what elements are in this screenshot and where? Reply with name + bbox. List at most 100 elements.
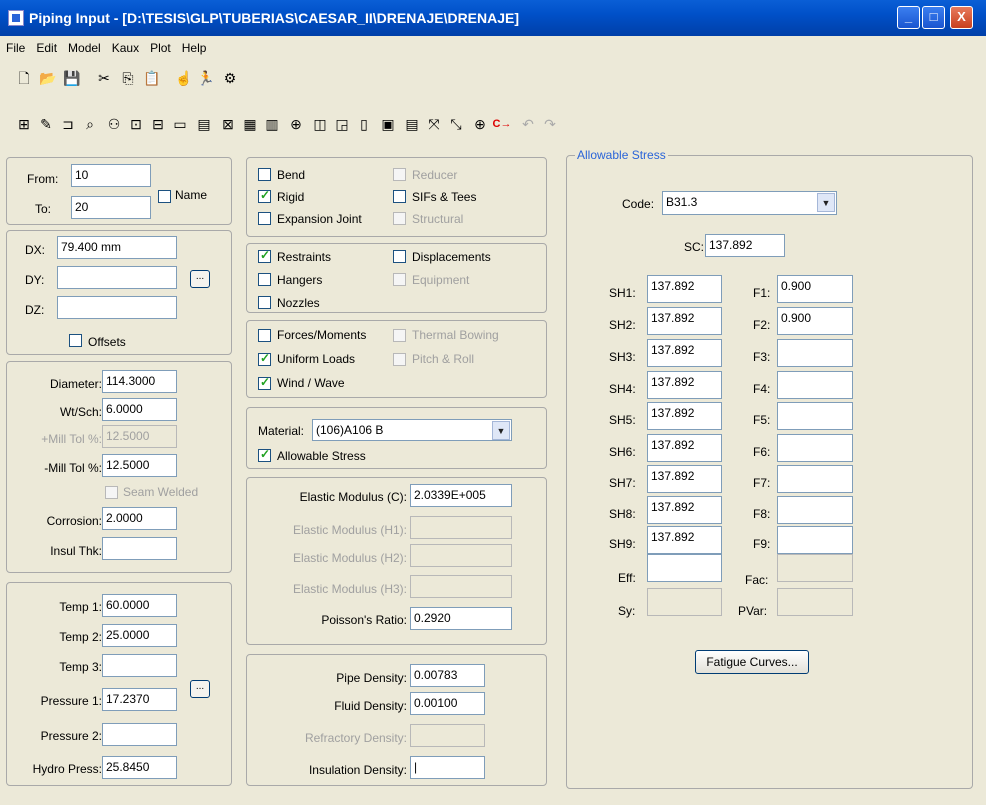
pressure1-input[interactable]: 17.2370 (102, 688, 177, 711)
hand-icon[interactable]: ☝ (174, 68, 194, 88)
name-checkbox[interactable] (158, 190, 171, 203)
toolbar-tool-9-icon[interactable]: ▤ (194, 114, 214, 134)
sc-input[interactable]: 137.892 (705, 234, 785, 257)
toolbar-tool-17-icon[interactable]: ▣ (378, 114, 398, 134)
temp-dots-button[interactable]: ... (190, 680, 210, 698)
displacements-checkbox[interactable] (393, 250, 406, 263)
maximize-button[interactable]: □ (922, 6, 945, 29)
fatigue-curves-button[interactable]: Fatigue Curves... (695, 650, 809, 674)
f5-input[interactable] (777, 402, 853, 430)
menu-model[interactable]: Model (62, 37, 106, 55)
toolbar-tool-12-icon[interactable]: ▥ (262, 114, 282, 134)
menu-kaux[interactable]: Kaux (106, 37, 144, 55)
toolbar-tool-18-icon[interactable]: ▤ (402, 114, 422, 134)
allowable-stress-checkbox[interactable] (258, 447, 271, 462)
copy-icon[interactable]: ⎘ (118, 68, 138, 88)
f1-input[interactable]: 0.900 (777, 275, 853, 303)
sh2-input[interactable]: 137.892 (647, 307, 722, 335)
f4-input[interactable] (777, 371, 853, 399)
sh6-input[interactable]: 137.892 (647, 434, 722, 462)
insul-thk-input[interactable] (102, 537, 177, 560)
sh9-input[interactable]: 137.892 (647, 526, 722, 554)
f8-input[interactable] (777, 496, 853, 524)
expansion-joint-checkbox[interactable] (258, 212, 271, 225)
offsets-checkbox[interactable] (69, 334, 82, 347)
new-icon[interactable]: 🗋 (14, 68, 34, 88)
menu-plot[interactable]: Plot (144, 37, 176, 55)
toolbar-tool-6-icon[interactable]: ⊡ (126, 114, 146, 134)
toolbar-tool-5-icon[interactable]: ⚇ (104, 114, 124, 134)
open-icon[interactable]: 📂 (38, 68, 58, 88)
dx-input[interactable]: 79.400 mm (57, 236, 177, 259)
close-button[interactable]: X (950, 6, 973, 29)
poisson-ratio-input[interactable]: 0.2920 (410, 607, 512, 630)
delta-dots-button[interactable]: ... (190, 270, 210, 288)
sh4-input[interactable]: 137.892 (647, 371, 722, 399)
toolbar-tool-23-icon[interactable]: ↶ (518, 114, 538, 134)
toolbar-tool-7-icon[interactable]: ⊟ (148, 114, 168, 134)
f2-input[interactable]: 0.900 (777, 307, 853, 335)
from-node-input[interactable]: 10 (71, 164, 151, 187)
eff-input[interactable] (647, 554, 722, 582)
f3-input[interactable] (777, 339, 853, 367)
bend-checkbox[interactable] (258, 168, 271, 181)
forces-moments-checkbox[interactable] (258, 329, 271, 342)
elastic-modulus-c-input[interactable]: 2.0339E+005 (410, 484, 512, 507)
save-icon[interactable]: 💾 (62, 68, 82, 88)
temp2-input[interactable]: 25.0000 (102, 624, 177, 647)
cut-icon[interactable]: ✂ (94, 68, 114, 88)
toolbar-tool-22-icon[interactable]: C→ (492, 114, 512, 134)
toolbar-tool-20-icon[interactable]: ⤡ (446, 114, 466, 134)
wtsch-input[interactable]: 6.0000 (102, 398, 177, 421)
toolbar-tool-21-icon[interactable]: ⊕ (470, 114, 490, 134)
walk-icon[interactable]: 🏃 (196, 68, 216, 88)
toolbar-tool-3-icon[interactable]: ⊐ (58, 114, 78, 134)
toolbar-tool-24-icon[interactable]: ↷ (540, 114, 560, 134)
nozzles-checkbox[interactable] (258, 296, 271, 309)
sh7-input[interactable]: 137.892 (647, 465, 722, 493)
temp1-input[interactable]: 60.0000 (102, 594, 177, 617)
toolbar-tool-1-icon[interactable]: ⊞ (14, 114, 34, 134)
sifs-tees-checkbox[interactable] (393, 190, 406, 203)
rigid-checkbox[interactable] (258, 188, 271, 203)
chevron-down-icon[interactable]: ▼ (492, 421, 510, 440)
mill-tol-minus-input[interactable]: 12.5000 (102, 454, 177, 477)
menu-edit[interactable]: Edit (30, 37, 62, 55)
dy-input[interactable] (57, 266, 177, 289)
toolbar-tool-13-icon[interactable]: ⊕ (286, 114, 306, 134)
toolbar-tool-15-icon[interactable]: ◲ (332, 114, 352, 134)
f9-input[interactable] (777, 526, 853, 554)
menu-help[interactable]: Help (176, 37, 212, 55)
batch-run-icon[interactable]: ⚙ (220, 68, 240, 88)
corrosion-input[interactable]: 2.0000 (102, 507, 177, 530)
toolbar-tool-16-icon[interactable]: ▯ (354, 114, 374, 134)
chevron-down-icon[interactable]: ▼ (817, 193, 835, 212)
dz-input[interactable] (57, 296, 177, 319)
toolbar-tool-4-icon[interactable]: ⌕ (80, 114, 100, 134)
material-select[interactable]: (106)A106 B ▼ (312, 419, 512, 441)
toolbar-tool-11-icon[interactable]: ▦ (240, 114, 260, 134)
f6-input[interactable] (777, 434, 853, 462)
to-node-input[interactable]: 20 (71, 196, 151, 219)
minimize-button[interactable]: _ (897, 6, 920, 29)
f7-input[interactable] (777, 465, 853, 493)
hydro-press-input[interactable]: 25.8450 (102, 756, 177, 779)
insulation-density-input[interactable]: | (410, 756, 485, 779)
toolbar-tool-10-icon[interactable]: ⊠ (218, 114, 238, 134)
pipe-density-input[interactable]: 0.00783 (410, 664, 485, 687)
toolbar-tool-19-icon[interactable]: ⤧ (424, 114, 444, 134)
temp3-input[interactable] (102, 654, 177, 677)
toolbar-tool-2-icon[interactable]: ✎ (36, 114, 56, 134)
hangers-checkbox[interactable] (258, 273, 271, 286)
code-select[interactable]: B31.3 ▼ (662, 191, 837, 215)
sh1-input[interactable]: 137.892 (647, 275, 722, 303)
pressure2-input[interactable] (102, 723, 177, 746)
uniform-loads-checkbox[interactable] (258, 351, 271, 366)
menu-file[interactable]: File (0, 37, 30, 55)
sh5-input[interactable]: 137.892 (647, 402, 722, 430)
sh8-input[interactable]: 137.892 (647, 496, 722, 524)
restraints-checkbox[interactable] (258, 248, 271, 263)
toolbar-tool-14-icon[interactable]: ◫ (310, 114, 330, 134)
sh3-input[interactable]: 137.892 (647, 339, 722, 367)
paste-icon[interactable]: 📋 (142, 68, 162, 88)
